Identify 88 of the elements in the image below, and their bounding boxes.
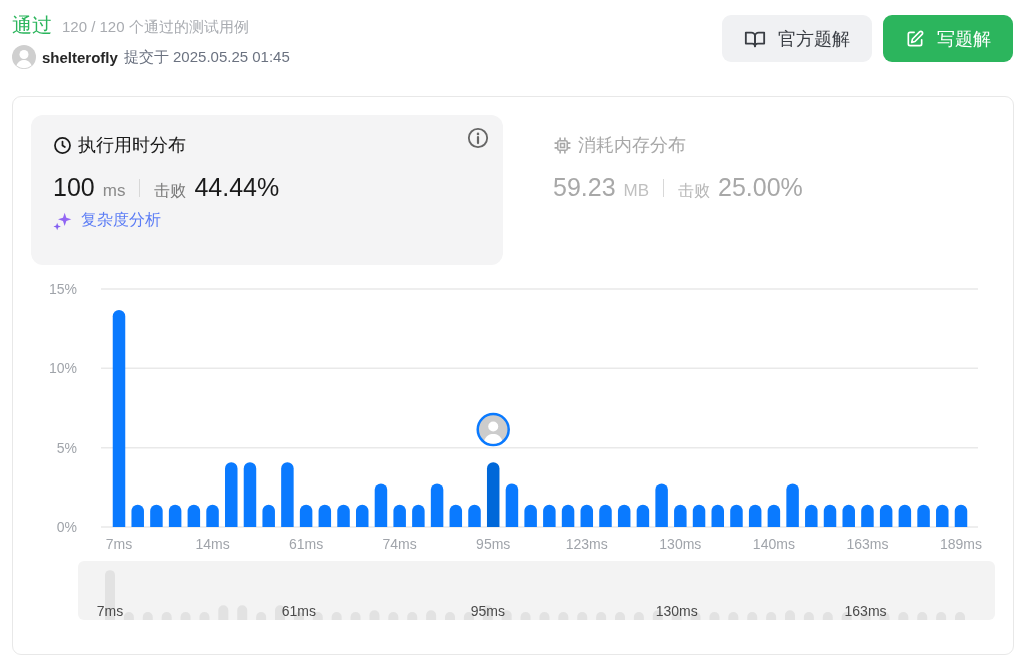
histogram-bar[interactable]: [842, 504, 855, 527]
metric-value: 100: [53, 173, 95, 202]
histogram-bar[interactable]: [767, 504, 781, 527]
histogram-bar[interactable]: [468, 504, 481, 527]
axis-label: 0%: [56, 519, 77, 535]
axis-label: 95ms: [476, 536, 511, 552]
axis-label: 140ms: [752, 536, 795, 552]
histogram-bar[interactable]: [898, 504, 912, 527]
sparkle-icon: [53, 210, 73, 231]
histogram-bar[interactable]: [786, 483, 799, 527]
histogram-bar[interactable]: [748, 504, 762, 527]
histogram-bar[interactable]: [954, 504, 968, 527]
status-label: 通过: [12, 13, 52, 38]
overview-axis-label: 61ms: [281, 603, 316, 619]
histogram-bar[interactable]: [823, 504, 837, 527]
histogram-bar[interactable]: [412, 504, 425, 527]
histogram-bar[interactable]: [917, 504, 930, 527]
histogram-bar[interactable]: [655, 483, 668, 527]
clock-icon: [53, 135, 72, 155]
avatar-icon: [12, 45, 36, 69]
edit-icon: [905, 28, 925, 49]
axis-label: 130ms: [659, 536, 702, 552]
histogram-bar[interactable]: [225, 462, 238, 527]
beats-label: 击败: [678, 181, 711, 201]
avatar-marker: [476, 412, 510, 447]
metric-unit: MB: [623, 181, 650, 201]
axis-label: 14ms: [195, 536, 230, 552]
histogram-bar[interactable]: [805, 504, 818, 527]
axis-label: 189ms: [940, 536, 982, 552]
histogram-bar[interactable]: [617, 504, 631, 527]
histogram-bar[interactable]: [168, 504, 182, 527]
overview-axis-label: 7ms: [96, 603, 124, 619]
histogram-bar[interactable]: [112, 310, 126, 527]
metric-tab[interactable]: 执行用时分布 100 ms 击败 44.44% 复杂度分析: [31, 115, 503, 265]
histogram-bar[interactable]: [356, 504, 369, 527]
histogram-bar[interactable]: [206, 504, 219, 527]
axis-label: 74ms: [382, 536, 417, 552]
histogram-bar[interactable]: [449, 504, 463, 527]
official-solution-button[interactable]: 官方题解: [722, 15, 872, 62]
histogram-bar[interactable]: [393, 504, 406, 527]
histogram-bar[interactable]: [674, 504, 687, 527]
histogram-bar[interactable]: [131, 504, 144, 527]
username-link[interactable]: shelterofly: [42, 48, 118, 66]
beats-label: 击败: [154, 181, 187, 201]
metric-unit: ms: [102, 181, 126, 201]
histogram-bar[interactable]: [281, 462, 294, 527]
histogram-bar[interactable]: [243, 462, 257, 527]
overview-axis-label: 163ms: [844, 603, 887, 619]
info-icon[interactable]: [467, 127, 489, 149]
metric-title: 消耗内存分布: [578, 134, 686, 157]
metric-value: 59.23: [553, 173, 616, 202]
test-case-count: 120 / 120 个通过的测试用例: [62, 18, 249, 37]
axis-label: 123ms: [565, 536, 608, 552]
histogram-bar[interactable]: [561, 504, 575, 527]
histogram-bar[interactable]: [936, 504, 949, 527]
axis-label: 10%: [48, 360, 77, 377]
axis-label: 61ms: [289, 536, 324, 552]
histogram-bar[interactable]: [187, 504, 201, 527]
histogram-bar[interactable]: [580, 504, 594, 527]
axis-label: 7ms: [105, 536, 133, 552]
overview-axis-label: 95ms: [470, 603, 505, 619]
histogram-bar[interactable]: [599, 504, 612, 527]
axis-label: 15%: [48, 281, 77, 297]
histogram-bar[interactable]: [486, 462, 500, 527]
histogram-bar[interactable]: [861, 504, 874, 527]
histogram-bar[interactable]: [543, 504, 556, 527]
histogram-bar[interactable]: [879, 504, 893, 527]
histogram-bar[interactable]: [636, 504, 650, 527]
chip-icon: [553, 135, 572, 155]
overview-axis-label: 130ms: [655, 603, 698, 619]
histogram-bar[interactable]: [318, 504, 332, 527]
histogram-bar[interactable]: [505, 483, 519, 527]
histogram-bar[interactable]: [337, 504, 350, 527]
histogram-bar[interactable]: [262, 504, 275, 527]
metric-title: 执行用时分布: [78, 134, 186, 157]
axis-label: 5%: [56, 439, 77, 456]
submission-time: 提交于 2025.05.25 01:45: [123, 47, 290, 67]
histogram-bar[interactable]: [730, 504, 743, 527]
beats-percentage: 44.44%: [194, 173, 280, 202]
histogram-bar[interactable]: [692, 504, 706, 527]
histogram-bar[interactable]: [524, 504, 537, 527]
axis-label: 163ms: [846, 536, 889, 552]
histogram-bar[interactable]: [430, 483, 444, 527]
histogram-bar[interactable]: [299, 504, 313, 527]
histogram-bar[interactable]: [374, 483, 388, 527]
histogram-bar[interactable]: [711, 504, 724, 527]
beats-percentage: 25.00%: [718, 173, 803, 202]
histogram-bar[interactable]: [150, 504, 163, 527]
